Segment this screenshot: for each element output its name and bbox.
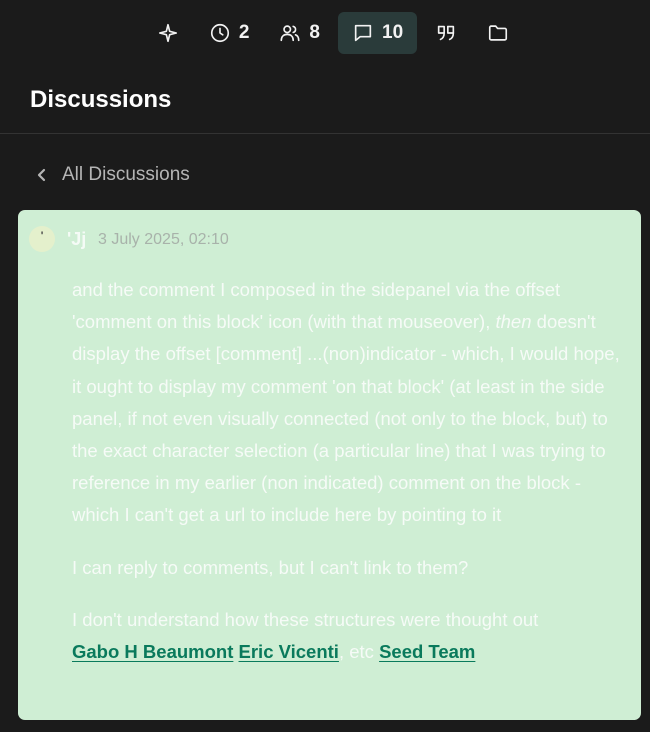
folder-icon [489,25,508,41]
comment-card: ' 'Jj 3 July 2025, 02:10 and the comment… [18,210,641,720]
all-discussions-link[interactable]: All Discussions [34,160,190,190]
history-count: 2 [238,22,250,43]
comment-emphasis: then [495,311,532,333]
comment-text: I don't understand how these structures … [72,608,539,630]
collaborators-count: 8 [309,22,320,43]
mention-link[interactable]: Seed Team [379,641,475,662]
collaborators-button[interactable]: 8 [267,12,332,54]
sparkle-icon [158,23,177,43]
mention-link[interactable]: Eric Vicenti [239,641,339,662]
all-discussions-label: All Discussions [62,164,190,185]
users-icon [280,25,300,42]
clock-icon [210,23,229,43]
ai-assistant-button[interactable] [145,12,191,54]
citations-button[interactable] [423,12,469,54]
panel-header: Discussions [0,66,650,134]
discussions-button[interactable]: 10 [338,12,418,54]
directory-button[interactable] [475,12,521,54]
comment-body: and the comment I composed in the sidepa… [72,274,620,668]
discussions-count: 10 [382,22,404,43]
comment-author[interactable]: 'Jj [67,229,86,250]
top-toolbar: 2 8 10 [0,0,650,66]
comment-paragraph: I can reply to comments, but I can't lin… [72,556,469,578]
comment-paragraph: I don't understand how these structures … [72,604,620,668]
chevron-left-icon [37,168,46,182]
comment-date: 3 July 2025, 02:10 [98,231,229,248]
avatar[interactable]: ' [29,226,55,252]
quote-icon [437,25,455,41]
page-title: Discussions [30,86,172,113]
history-button[interactable]: 2 [197,12,262,54]
comment-icon [354,24,372,42]
comment-paragraph: and the comment I composed in the sidepa… [72,274,620,532]
mention-link[interactable]: Gabo H Beaumont [72,641,233,662]
comment-text: and the comment I composed in the sidepa… [72,279,561,333]
comment-text: doesn't display the offset [comment] ...… [72,311,620,526]
mention-separator: , etc [338,641,374,663]
